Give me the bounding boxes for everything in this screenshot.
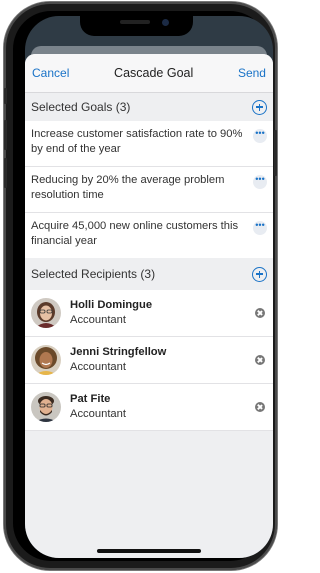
recipient-role: Accountant [70,314,126,326]
volume-down-button [4,158,7,188]
selected-recipients-header: Selected Recipients (3) [25,258,273,290]
recipient-name: Jenni Stringfellow [70,346,167,358]
remove-icon[interactable] [255,402,265,412]
speaker-grille [120,20,150,24]
send-button[interactable]: Send [238,66,266,80]
add-recipient-icon[interactable] [252,266,267,282]
selected-recipients-title: Selected Recipients (3) [31,267,156,281]
more-options-icon[interactable]: ••• [253,221,267,235]
goal-text: Acquire 45,000 new online customers this… [31,220,239,247]
goal-text: Reducing by 20% the average problem reso… [31,174,225,201]
remove-icon[interactable] [255,308,265,318]
avatar [31,345,61,375]
avatar [31,392,61,422]
cascade-goal-sheet: Cancel Cascade Goal Send Selected Goals … [25,54,273,558]
recipient-role: Accountant [70,408,126,420]
page-title: Cascade Goal [114,66,194,80]
power-button [274,130,277,176]
recipient-info: Holli Domingue Accountant [70,298,255,328]
selected-goals-header: Selected Goals (3) [25,93,273,121]
goal-item[interactable]: Increase customer satisfaction rate to 9… [25,121,273,167]
goal-item[interactable]: Reducing by 20% the average problem reso… [25,167,273,213]
phone-screen: Cancel Cascade Goal Send Selected Goals … [25,16,273,558]
mute-switch [4,88,7,104]
more-options-icon[interactable]: ••• [253,129,267,143]
front-camera [162,19,169,26]
recipient-role: Accountant [70,361,126,373]
recipient-row[interactable]: Pat Fite Accountant [25,384,273,431]
home-indicator[interactable] [97,549,201,553]
recipient-row[interactable]: Holli Domingue Accountant [25,290,273,337]
add-goal-icon[interactable] [252,99,267,115]
navigation-bar: Cancel Cascade Goal Send [25,54,273,93]
recipient-name: Holli Domingue [70,299,153,311]
goal-text: Increase customer satisfaction rate to 9… [31,128,243,155]
selected-goals-title: Selected Goals (3) [31,100,131,114]
cancel-button[interactable]: Cancel [32,66,69,80]
recipient-row[interactable]: Jenni Stringfellow Accountant [25,337,273,384]
phone-notch [80,14,193,36]
recipient-info: Jenni Stringfellow Accountant [70,345,255,375]
remove-icon[interactable] [255,355,265,365]
avatar [31,298,61,328]
recipient-info: Pat Fite Accountant [70,392,255,422]
goal-item[interactable]: Acquire 45,000 new online customers this… [25,213,273,258]
volume-up-button [4,120,7,150]
more-options-icon[interactable]: ••• [253,175,267,189]
recipient-name: Pat Fite [70,393,111,405]
